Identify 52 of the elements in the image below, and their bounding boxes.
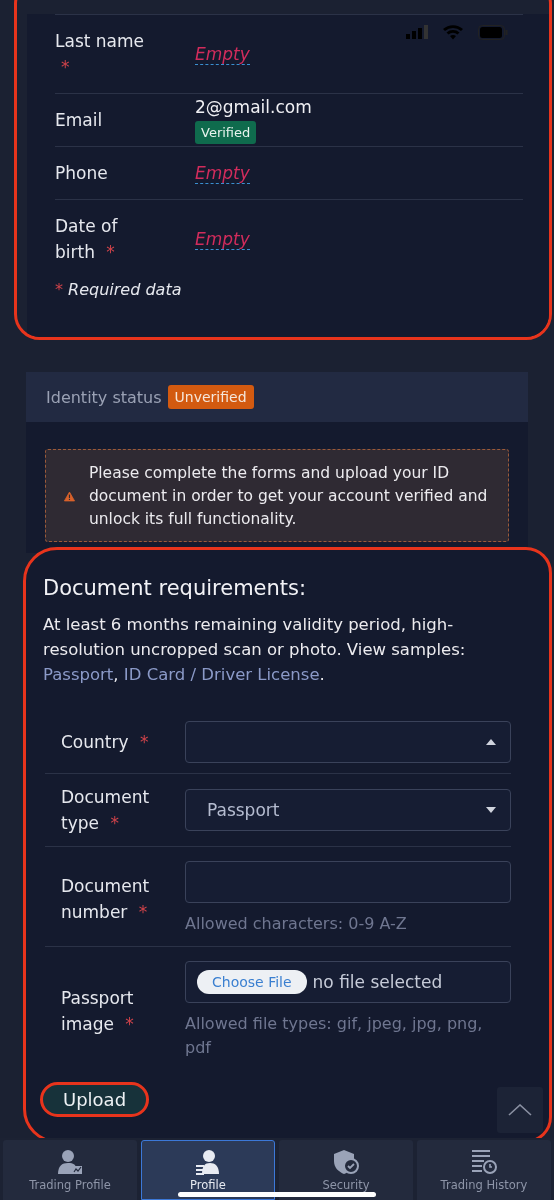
field-label: Passport image * (60, 986, 135, 1036)
person-list-icon (195, 1149, 221, 1175)
sample-link[interactable]: ID Card / Driver License (123, 665, 320, 684)
field-label: Document number * (60, 874, 151, 924)
choose-file-button[interactable]: Choose File (197, 970, 307, 994)
wifi-icon (442, 24, 464, 40)
shield-check-icon (333, 1149, 359, 1175)
section-title: Document requirements: (43, 576, 308, 600)
field-label: Email (55, 109, 104, 132)
required-asterisk: * (110, 813, 119, 833)
sample-link[interactable]: Passport (43, 665, 114, 684)
input-field[interactable] (185, 861, 511, 903)
field-label: Phone (55, 162, 109, 185)
field-hint: Allowed characters: 0-9 A-Z (185, 913, 408, 935)
tab[interactable]: Profile (141, 1140, 275, 1200)
required-asterisk: * (55, 280, 63, 299)
field-label: Country * (60, 731, 150, 754)
required-note: * Required data (55, 280, 183, 299)
required-asterisk: * (106, 242, 115, 262)
caret-up-icon (486, 739, 496, 745)
file-field[interactable]: Choose File no file selected (185, 961, 511, 1003)
unverified-badge: Unverified (167, 385, 254, 409)
file-status: no file selected (312, 972, 443, 992)
chevron-up-icon (508, 1104, 532, 1116)
verified-badge: Verified (195, 120, 257, 144)
tab[interactable]: Security (279, 1140, 413, 1200)
list-clock-icon (471, 1149, 497, 1175)
tab[interactable]: Trading History (417, 1140, 551, 1200)
warning-text: Please complete the forms and upload your ID document in order to get your account verified and unlock its full functionality. (88, 463, 489, 530)
select-field[interactable]: Passport (185, 789, 511, 831)
required-asterisk: * (61, 57, 70, 77)
tab[interactable]: Trading Profile (3, 1140, 137, 1200)
required-asterisk: * (139, 732, 149, 752)
empty-value-link[interactable]: Empty (195, 43, 250, 65)
battery-icon (478, 24, 508, 40)
field-label: Date of birth * (55, 215, 119, 264)
requirements-text: At least 6 months remaining validity period, high-resolution uncropped scan or photo. View samples: Passport, ID Card / Driver License. (43, 614, 467, 686)
field-label: Last name * (55, 30, 146, 79)
caret-down-icon (486, 807, 496, 813)
field-value: 2@gmail.com (195, 96, 312, 117)
required-asterisk: * (138, 901, 148, 922)
empty-value-link[interactable]: Empty (195, 162, 250, 184)
field-hint: Allowed file types: gif, jpeg, jpg, png, pdf (185, 1013, 484, 1059)
upload-button[interactable]: Upload (40, 1082, 150, 1117)
field-label: Document type * (60, 786, 151, 835)
scroll-top-button[interactable] (497, 1087, 543, 1133)
empty-value-link[interactable]: Empty (195, 228, 250, 250)
person-chart-icon (57, 1149, 83, 1175)
select-field[interactable] (185, 721, 511, 763)
signal-icon (406, 25, 428, 39)
required-asterisk: * (125, 1013, 134, 1034)
status-label: Identity status (46, 387, 162, 407)
